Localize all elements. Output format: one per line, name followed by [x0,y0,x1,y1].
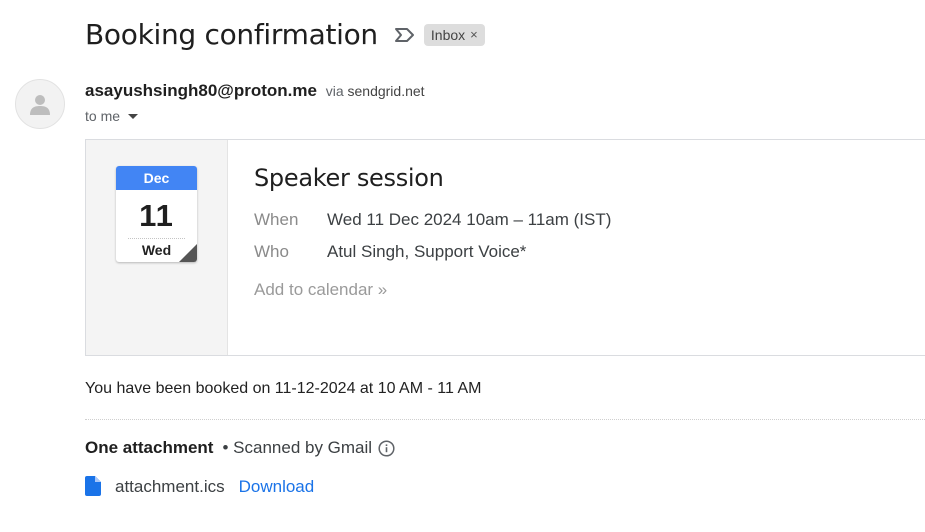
download-link[interactable]: Download [239,477,315,497]
event-who-row: Who Atul Singh, Support Voice* [254,242,526,262]
add-to-calendar-link[interactable]: Add to calendar » [254,280,387,300]
attachment-count: One attachment [85,438,214,457]
info-icon[interactable] [378,439,395,457]
attachment-filename[interactable]: attachment.ics [115,477,225,497]
via-domain: sendgrid.net [347,83,425,99]
email-body-text: You have been booked on 11-12-2024 at 10… [85,380,482,397]
attachments-header: One attachment • Scanned by Gmail [85,438,395,458]
when-label: When [254,210,299,229]
remove-label-icon[interactable]: × [470,27,478,42]
person-avatar-icon [30,95,50,115]
calendar-page-fold [179,244,197,262]
calendar-invite-card: Dec 11 Wed Speaker session When Wed 11 D… [85,139,925,356]
when-value: Wed 11 Dec 2024 10am – 11am (IST) [327,210,612,229]
file-icon [85,476,105,498]
calendar-day: 11 [139,198,174,233]
calendar-divider [128,238,185,239]
recipient-details-chevron-down-icon[interactable] [128,113,139,119]
who-label: Who [254,242,289,261]
email-subject: Booking confirmation [85,18,378,51]
inbox-label-text: Inbox [430,26,466,43]
invite-details: Speaker session When Wed 11 Dec 2024 10a… [228,140,925,355]
sender-email[interactable]: asayushsingh80@proton.me [85,81,317,100]
invite-calendar-panel: Dec 11 Wed [86,140,228,355]
scanned-by-gmail: • Scanned by Gmail [222,438,373,457]
via-info: via sendgrid.net [326,83,425,99]
recipient-line: to me [85,108,139,124]
who-value: Atul Singh, Support Voice* [327,242,527,261]
event-when-row: When Wed 11 Dec 2024 10am – 11am (IST) [254,210,611,230]
recipient-text: to me [85,108,121,124]
calendar-date-icon: Dec 11 Wed [116,166,197,262]
inbox-label-chip: Inbox × [423,23,485,46]
sender-line: asayushsingh80@proton.me via sendgrid.ne… [85,81,425,101]
sender-avatar[interactable] [15,79,65,129]
attachment-item: attachment.ics Download [85,476,314,498]
attachments-divider [85,419,925,420]
calendar-month: Dec [116,166,197,190]
important-marker-icon[interactable] [394,26,416,44]
event-title: Speaker session [254,164,444,192]
subject-row: Booking confirmation Inbox × [85,18,485,51]
via-text: via [325,83,344,99]
